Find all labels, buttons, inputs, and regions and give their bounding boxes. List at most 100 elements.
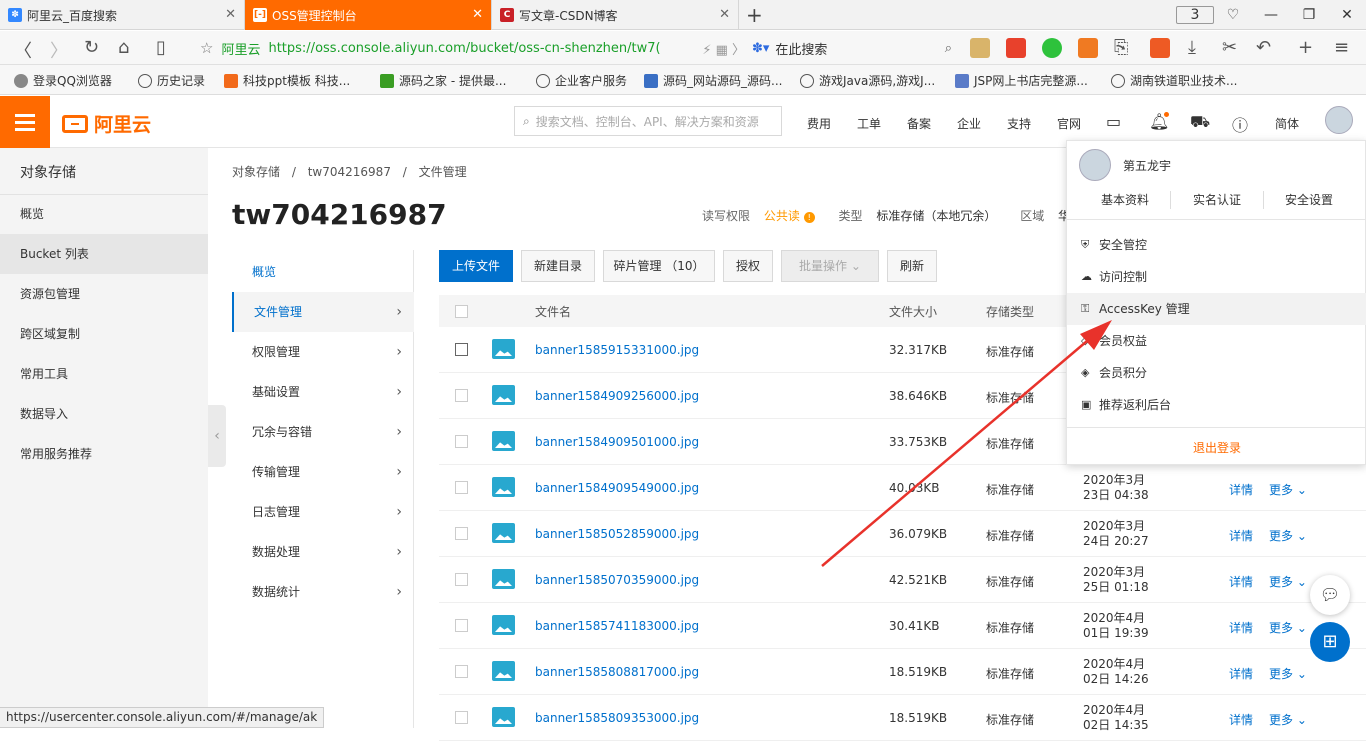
breadcrumb-bucket[interactable]: tw704216987 bbox=[308, 165, 391, 179]
menu-member-benefits[interactable]: ◇ 会员权益 bbox=[1067, 325, 1366, 357]
minimize-icon[interactable]: — bbox=[1252, 7, 1290, 23]
tab-csdn[interactable]: C 写文章-CSDN博客 ✕ bbox=[492, 0, 739, 30]
bookmark-enterprise[interactable]: 企业客户服务 bbox=[536, 72, 627, 89]
aliyun-logo[interactable]: 阿里云 bbox=[62, 110, 151, 137]
logout-button[interactable]: 退出登录 bbox=[1067, 439, 1366, 456]
lightning-icon[interactable]: ⚡ ▦ 〉 bbox=[702, 39, 745, 58]
file-name-link[interactable]: banner1585808817000.jpg bbox=[535, 665, 699, 679]
file-name-link[interactable]: banner1585915331000.jpg bbox=[535, 343, 699, 357]
sidebar-item-tools[interactable]: 常用工具 bbox=[0, 354, 208, 394]
menu-member-points[interactable]: ◈ 会员积分 bbox=[1067, 357, 1366, 389]
sidebar-item-data-import[interactable]: 数据导入 bbox=[0, 394, 208, 434]
wechat-icon[interactable] bbox=[1042, 38, 1062, 58]
menu-access-control[interactable]: ☁ 访问控制 bbox=[1067, 261, 1366, 293]
video-icon[interactable] bbox=[1078, 38, 1098, 58]
tab-oss-console[interactable]: [-] OSS管理控制台 ✕ bbox=[245, 0, 492, 30]
terminal-icon[interactable]: ▭ bbox=[1106, 112, 1121, 131]
row-checkbox[interactable] bbox=[455, 665, 468, 678]
detail-link[interactable]: 详情 bbox=[1229, 573, 1253, 590]
cart-icon[interactable]: ⛟ bbox=[1190, 112, 1210, 133]
bookmark-ppt[interactable]: 科技ppt模板 科技... bbox=[224, 72, 350, 89]
subnav-data-processing[interactable]: 数据处理 › bbox=[232, 532, 414, 572]
nav-ticket[interactable]: 工单 bbox=[857, 115, 881, 132]
subnav-overview[interactable]: 概览 bbox=[232, 252, 414, 292]
subnav-transfer[interactable]: 传输管理 › bbox=[232, 452, 414, 492]
row-checkbox[interactable] bbox=[455, 619, 468, 632]
close-tab-icon[interactable]: ✕ bbox=[225, 7, 236, 22]
scissors-icon[interactable]: ✂ bbox=[1222, 37, 1237, 58]
star-icon[interactable]: ☆ bbox=[200, 39, 213, 57]
row-checkbox[interactable] bbox=[455, 343, 468, 356]
tab-count-badge[interactable]: 3 bbox=[1176, 6, 1214, 24]
game-icon[interactable] bbox=[1150, 38, 1170, 58]
breadcrumb-oss[interactable]: 对象存储 bbox=[232, 165, 280, 179]
more-dropdown[interactable]: 更多 ⌄ bbox=[1269, 619, 1307, 636]
authorize-button[interactable]: 授权 bbox=[723, 250, 773, 282]
file-name-link[interactable]: banner1584909549000.jpg bbox=[535, 481, 699, 495]
download-icon[interactable]: ⤓ bbox=[1188, 37, 1196, 58]
batch-operations-button[interactable]: 批量操作 ⌄ bbox=[781, 250, 879, 282]
file-name-link[interactable]: banner1584909256000.jpg bbox=[535, 389, 699, 403]
sidebar-item-bucket-list[interactable]: Bucket 列表 bbox=[0, 234, 208, 274]
more-dropdown[interactable]: 更多 ⌄ bbox=[1269, 711, 1307, 728]
menu-referral[interactable]: ▣ 推荐返利后台 bbox=[1067, 389, 1366, 421]
console-search-input[interactable]: ⌕ 搜索文档、控制台、API、解决方案和资源 bbox=[514, 106, 782, 136]
subnav-basic-settings[interactable]: 基础设置 › bbox=[232, 372, 414, 412]
nav-billing[interactable]: 费用 bbox=[807, 115, 831, 132]
collapse-sidebar-button[interactable]: ‹ bbox=[208, 405, 226, 467]
nav-support[interactable]: 支持 bbox=[1007, 115, 1031, 132]
restore-icon[interactable]: ❐ bbox=[1290, 7, 1328, 23]
bookmark-qq-login[interactable]: 登录QQ浏览器 bbox=[14, 72, 112, 89]
row-checkbox[interactable] bbox=[455, 481, 468, 494]
bookmark-source[interactable]: 源码_网站源码_源码... bbox=[644, 72, 782, 89]
menu-accesskey[interactable]: ⚿ AccessKey 管理 bbox=[1067, 293, 1366, 325]
skin-icon[interactable]: ♡ bbox=[1214, 7, 1252, 23]
close-window-icon[interactable]: ✕ bbox=[1328, 7, 1366, 23]
new-tab-button[interactable]: + bbox=[746, 3, 763, 27]
subnav-redundancy[interactable]: 冗余与容错 › bbox=[232, 412, 414, 452]
nav-enterprise[interactable]: 企业 bbox=[957, 115, 981, 132]
row-checkbox[interactable] bbox=[455, 711, 468, 724]
more-dropdown[interactable]: 更多 ⌄ bbox=[1269, 665, 1307, 682]
detail-link[interactable]: 详情 bbox=[1229, 619, 1253, 636]
add-icon[interactable]: + bbox=[1298, 37, 1313, 58]
file-name-link[interactable]: banner1584909501000.jpg bbox=[535, 435, 699, 449]
back-icon[interactable]: 〈 bbox=[14, 37, 32, 63]
row-checkbox[interactable] bbox=[455, 435, 468, 448]
file-name-link[interactable]: banner1585809353000.jpg bbox=[535, 711, 699, 725]
browser-search[interactable]: ✽▾ 在此搜索 ⌕ bbox=[752, 35, 952, 61]
file-name-link[interactable]: banner1585070359000.jpg bbox=[535, 573, 699, 587]
help-icon[interactable]: ⓘ bbox=[1232, 112, 1248, 136]
link-real-name[interactable]: 实名认证 bbox=[1193, 191, 1241, 208]
sidebar-item-overview[interactable]: 概览 bbox=[0, 194, 208, 234]
subnav-file-management[interactable]: 文件管理 › bbox=[232, 292, 414, 332]
nav-icp[interactable]: 备案 bbox=[907, 115, 931, 132]
subnav-permissions[interactable]: 权限管理 › bbox=[232, 332, 414, 372]
search-icon[interactable]: ⌕ bbox=[945, 41, 952, 56]
select-all-checkbox[interactable] bbox=[455, 305, 468, 318]
bookmark-game-java[interactable]: 游戏Java源码,游戏J... bbox=[800, 72, 935, 89]
notes-icon[interactable] bbox=[970, 38, 990, 58]
link-profile[interactable]: 基本资料 bbox=[1101, 191, 1149, 208]
hamburger-menu-button[interactable] bbox=[0, 96, 50, 148]
reload-icon[interactable]: ↻ bbox=[84, 37, 99, 58]
bookmark-hunan[interactable]: 湖南铁道职业技术... bbox=[1111, 72, 1237, 89]
row-checkbox[interactable] bbox=[455, 573, 468, 586]
upload-file-button[interactable]: 上传文件 bbox=[439, 250, 513, 282]
nav-official-site[interactable]: 官网 bbox=[1057, 115, 1081, 132]
file-name-link[interactable]: banner1585741183000.jpg bbox=[535, 619, 699, 633]
detail-link[interactable]: 详情 bbox=[1229, 711, 1253, 728]
refresh-button[interactable]: 刷新 bbox=[887, 250, 937, 282]
row-checkbox[interactable] bbox=[455, 527, 468, 540]
detail-link[interactable]: 详情 bbox=[1229, 481, 1253, 498]
sidebar-item-cross-region[interactable]: 跨区域复制 bbox=[0, 314, 208, 354]
discount-icon[interactable] bbox=[1006, 38, 1026, 58]
sidebar-item-resource-packages[interactable]: 资源包管理 bbox=[0, 274, 208, 314]
subnav-logs[interactable]: 日志管理 › bbox=[232, 492, 414, 532]
close-tab-icon[interactable]: ✕ bbox=[719, 7, 730, 22]
row-checkbox[interactable] bbox=[455, 389, 468, 402]
chat-button[interactable]: 💬︎ bbox=[1310, 575, 1350, 615]
menu-icon[interactable]: ≡ bbox=[1334, 37, 1349, 58]
more-dropdown[interactable]: 更多 ⌄ bbox=[1269, 573, 1307, 590]
bookmark-code-home[interactable]: 源码之家 - 提供最... bbox=[380, 72, 506, 89]
